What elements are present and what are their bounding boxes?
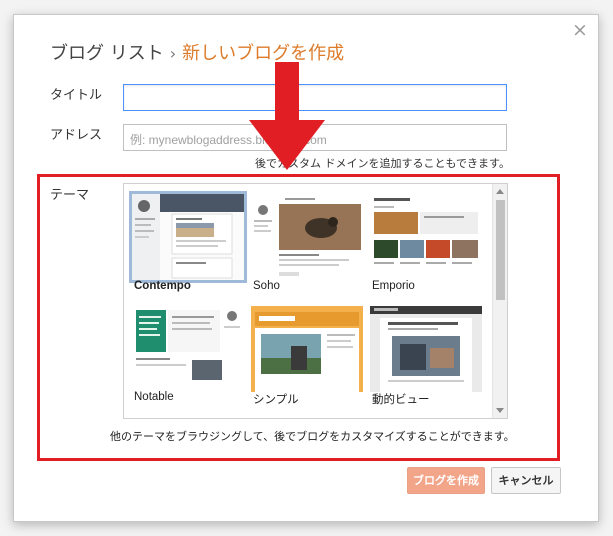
theme-name-dynamic-views[interactable]: 動的ビュー <box>372 391 430 407</box>
scroll-thumb[interactable] <box>496 200 505 300</box>
breadcrumb-current: 新しいブログを作成 <box>182 43 345 64</box>
theme-scrollbar[interactable] <box>492 184 507 418</box>
theme-label: テーマ <box>50 188 90 203</box>
theme-thumb-notable[interactable] <box>132 306 244 392</box>
theme-name-notable[interactable]: Notable <box>134 391 174 403</box>
breadcrumb-blog-list[interactable]: ブログ リスト <box>50 43 164 64</box>
breadcrumb-separator: › <box>169 44 177 63</box>
scroll-up-icon[interactable] <box>496 189 504 194</box>
theme-footer-note: 他のテーマをブラウジングして、後でブログをカスタマイズすることができます。 <box>110 430 515 443</box>
address-label: アドレス <box>50 128 103 143</box>
theme-thumb-emporio[interactable] <box>370 194 482 280</box>
title-label: タイトル <box>50 88 103 103</box>
close-icon[interactable]: × <box>572 20 588 40</box>
theme-picker[interactable]: Contempo Soho Emporio Notable シンプル 動的ビュー <box>123 183 508 419</box>
theme-thumb-contempo[interactable] <box>129 191 247 283</box>
theme-name-simple[interactable]: シンプル <box>253 391 299 407</box>
scroll-down-icon[interactable] <box>496 408 504 413</box>
theme-name-emporio[interactable]: Emporio <box>372 280 415 292</box>
theme-thumb-dynamic-views[interactable] <box>370 306 482 392</box>
theme-name-soho[interactable]: Soho <box>253 280 280 292</box>
theme-thumb-soho[interactable] <box>251 194 363 280</box>
red-down-arrow-icon <box>249 62 325 170</box>
create-blog-button[interactable]: ブログを作成 <box>407 467 485 494</box>
theme-name-contempo[interactable]: Contempo <box>134 280 191 292</box>
theme-thumb-simple[interactable] <box>251 306 363 392</box>
cancel-button[interactable]: キャンセル <box>491 467 561 494</box>
